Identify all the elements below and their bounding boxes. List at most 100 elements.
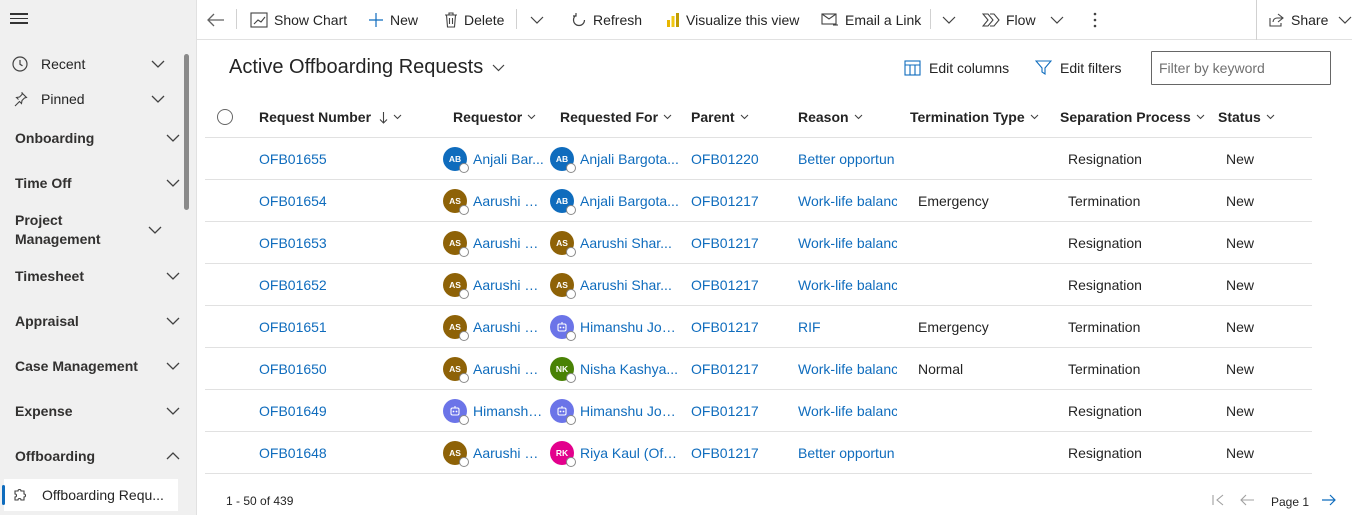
next-page-button[interactable] [1321, 490, 1336, 510]
person-link[interactable]: Anjali Bargota... [580, 193, 679, 209]
flow-button[interactable]: Flow [982, 0, 1070, 40]
column-header-separation-process[interactable]: Separation Process [1060, 96, 1205, 138]
edit-filters-button[interactable]: Edit filters [1035, 58, 1121, 78]
parent-link[interactable]: OFB01217 [691, 432, 759, 474]
chevron-down-icon[interactable] [166, 134, 180, 142]
person-link[interactable]: Aarushi S... [473, 319, 545, 335]
parent-link[interactable]: OFB01217 [691, 306, 759, 348]
person-link[interactable]: Riya Kaul (Offl... [580, 445, 680, 461]
parent-link[interactable]: OFB01217 [691, 222, 759, 264]
sidebar-group-appraisal[interactable]: Appraisal [15, 310, 185, 332]
person-link[interactable]: Aarushi S... [473, 445, 545, 461]
request-number-link[interactable]: OFB01649 [259, 390, 327, 432]
sidebar-group-case-management[interactable]: Case Management [15, 355, 185, 377]
parent-link[interactable]: OFB01217 [691, 390, 759, 432]
delete-button[interactable]: Delete [444, 0, 504, 40]
person-link[interactable]: Aarushi S... [473, 235, 545, 251]
chevron-down-icon[interactable] [151, 60, 165, 68]
parent-link[interactable]: OFB01217 [691, 264, 759, 306]
show-chart-label: Show Chart [274, 12, 348, 28]
sidebar-group-expense[interactable]: Expense [15, 400, 185, 422]
person-link[interactable]: Aarushi Shar... [580, 235, 672, 251]
request-number-link[interactable]: OFB01654 [259, 180, 327, 222]
chevron-up-icon[interactable] [166, 452, 180, 460]
new-button[interactable]: New [368, 0, 418, 40]
table-row[interactable]: OFB01650 AS Aarushi S... NK Nisha Kashya... O… [205, 348, 1312, 390]
request-number-link[interactable]: OFB01650 [259, 348, 327, 390]
reason-link[interactable]: RIF [798, 306, 897, 348]
email-link-button[interactable]: Email a Link [821, 0, 921, 40]
chevron-down-icon[interactable] [166, 179, 180, 187]
reason-link[interactable]: Better opportun [798, 432, 897, 474]
person-link[interactable]: Aarushi S... [473, 193, 545, 209]
request-number-link[interactable]: OFB01653 [259, 222, 327, 264]
request-number-link[interactable]: OFB01655 [259, 138, 327, 180]
column-header-status[interactable]: Status [1218, 96, 1275, 138]
column-header-requested-for[interactable]: Requested For [560, 96, 672, 138]
table-row[interactable]: OFB01648 AS Aarushi S... RK Riya Kaul (Offl.… [205, 432, 1312, 474]
column-header-parent[interactable]: Parent [691, 96, 749, 138]
view-selector[interactable]: Active Offboarding Requests [229, 56, 505, 79]
previous-page-button[interactable] [1240, 490, 1255, 510]
parent-link[interactable]: OFB01217 [691, 348, 759, 390]
visualize-button[interactable]: Visualize this view [666, 0, 799, 40]
reason-link[interactable]: Better opportun [798, 138, 897, 180]
reason-link[interactable]: Work-life balanc [798, 264, 897, 306]
chevron-down-icon[interactable] [148, 226, 162, 234]
first-page-button[interactable] [1212, 490, 1224, 510]
person-link[interactable]: Himanshu Jos... [580, 319, 680, 335]
column-header-requestor[interactable]: Requestor [453, 96, 536, 138]
person-link[interactable]: Himanshu Jos... [580, 403, 680, 419]
table-row[interactable]: OFB01654 AS Aarushi S... AB Anjali Bargota..… [205, 180, 1312, 222]
sidebar-group-project-management[interactable]: Project Management [15, 210, 135, 250]
chevron-down-icon[interactable] [166, 407, 180, 415]
column-header-termination-type[interactable]: Termination Type [910, 96, 1039, 138]
person-link[interactable]: Aarushi Shar... [580, 277, 672, 293]
more-commands-button[interactable] [1093, 0, 1103, 40]
table-row[interactable]: OFB01655 AB Anjali Bar... AB Anjali Bargota.… [205, 138, 1312, 180]
show-chart-button[interactable]: Show Chart [250, 0, 347, 40]
reason-link[interactable]: Work-life balanc [798, 390, 897, 432]
chevron-down-icon[interactable] [166, 362, 180, 370]
person-link[interactable]: Anjali Bar... [473, 151, 544, 167]
sidebar-group-timesheet[interactable]: Timesheet [15, 265, 185, 287]
sidebar-group-offboarding[interactable]: Offboarding [15, 445, 185, 467]
sidebar-group-onboarding[interactable]: Onboarding [15, 127, 185, 149]
person-link[interactable]: Anjali Bargota... [580, 151, 679, 167]
more-email-options[interactable] [942, 0, 962, 40]
table-row[interactable]: OFB01653 AS Aarushi S... AS Aarushi Shar... O… [205, 222, 1312, 264]
person-link[interactable]: Himanshu... [473, 403, 545, 419]
column-header-reason[interactable]: Reason [798, 96, 863, 138]
table-row[interactable]: OFB01651 AS Aarushi S... Himanshu Jos... OFB… [205, 306, 1312, 348]
column-header-request-number[interactable]: Request Number [259, 96, 402, 138]
sidebar-pinned[interactable]: Pinned [0, 88, 185, 110]
filter-keyword-input[interactable] [1151, 51, 1331, 85]
chevron-down-icon[interactable] [151, 95, 165, 103]
sidebar-scrollbar[interactable] [184, 54, 189, 210]
parent-link[interactable]: OFB01217 [691, 180, 759, 222]
reason-link[interactable]: Work-life balanc [798, 180, 897, 222]
more-delete-options[interactable] [530, 0, 550, 40]
hamburger-menu-icon[interactable] [10, 10, 28, 26]
request-number-link[interactable]: OFB01652 [259, 264, 327, 306]
share-button[interactable]: Share [1269, 0, 1352, 40]
table-row[interactable]: OFB01652 AS Aarushi S... AS Aarushi Shar... O… [205, 264, 1312, 306]
sidebar-recent[interactable]: Recent [0, 53, 185, 75]
back-button[interactable] [207, 0, 231, 40]
select-all-radio[interactable] [217, 109, 233, 125]
parent-link[interactable]: OFB01220 [691, 138, 759, 180]
person-link[interactable]: Aarushi S... [473, 361, 545, 377]
refresh-button[interactable]: Refresh [571, 0, 642, 40]
reason-link[interactable]: Work-life balanc [798, 222, 897, 264]
request-number-link[interactable]: OFB01648 [259, 432, 327, 474]
chevron-down-icon[interactable] [166, 317, 180, 325]
sidebar-item-offboarding-requests[interactable]: Offboarding Requ... [2, 479, 178, 511]
table-row[interactable]: OFB01649 Himanshu... Himanshu Jos... OFB012… [205, 390, 1312, 432]
chevron-down-icon[interactable] [166, 272, 180, 280]
reason-link[interactable]: Work-life balanc [798, 348, 897, 390]
edit-columns-button[interactable]: Edit columns [904, 58, 1009, 78]
person-link[interactable]: Aarushi S... [473, 277, 545, 293]
sidebar-group-time-off[interactable]: Time Off [15, 172, 185, 194]
request-number-link[interactable]: OFB01651 [259, 306, 327, 348]
person-link[interactable]: Nisha Kashya... [580, 361, 678, 377]
